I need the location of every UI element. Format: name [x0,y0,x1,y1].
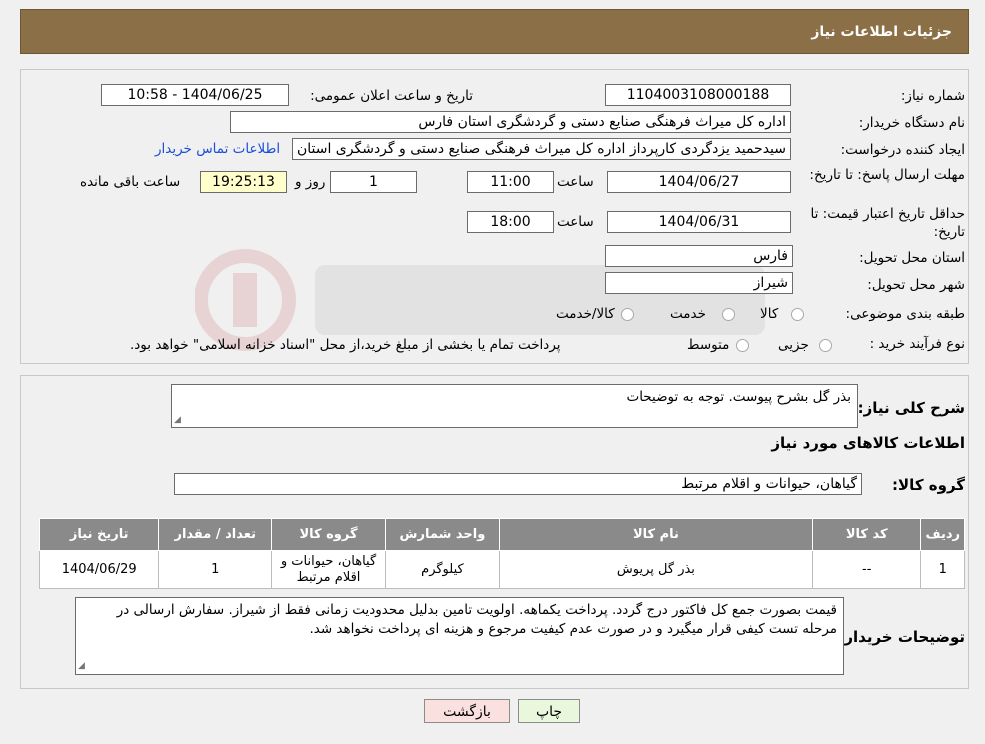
cell-quantity: 1 [158,550,273,589]
buyer-notes-label: توضیحات خریدار: [838,628,965,646]
goods-info-title: اطلاعات کالاهای مورد نیاز [771,434,965,452]
category-label: طبقه بندی موضوعی: [845,306,965,322]
day-and-label: روز و [295,174,326,190]
table-row: 1 -- بذر گل پریوش کیلوگرم گیاهان، حیوانا… [38,550,965,589]
goods-group-label: گروه کالا: [892,476,965,494]
goods-table: ردیف کد کالا نام کالا واحد شمارش گروه کا… [38,518,965,589]
price-validity-label: حداقل تاریخ اعتبار قیمت: تا تاریخ: [810,206,965,240]
creator-field: سیدحمید یزدگردی کارپرداز اداره کل میراث … [292,138,791,160]
price-date-field: 1404/06/31 [607,211,791,233]
category-option-goods-service: کالا/خدمت [556,306,615,322]
col-header-row-number: ردیف [920,518,965,551]
buyer-org-field: اداره کل میراث فرهنگی صنایع دستی و گردشگ… [230,111,791,133]
col-header-date: تاریخ نیاز [38,518,160,551]
announce-field: 1404/06/25 - 10:58 [101,84,289,106]
process-radio-partial[interactable] [819,339,832,352]
category-option-goods: کالا [760,306,779,322]
announce-label: تاریخ و ساعت اعلان عمومی: [310,88,473,104]
buyer-notes-text: قیمت بصورت جمع کل فاکتور درج گردد. پرداخ… [116,602,837,637]
col-header-group: گروه کالا [271,518,386,551]
page-title: جزئیات اطلاعات نیاز [20,9,969,54]
need-number-field: 1104003108000188 [605,84,791,106]
need-number-label: شماره نیاز: [900,88,965,104]
buyer-contact-link[interactable]: اطلاعات تماس خریدار [155,141,280,157]
process-note: پرداخت تمام یا بخشی از مبلغ خرید،از محل … [130,337,561,353]
col-header-unit: واحد شمارش [384,518,500,551]
need-description-label: شرح کلی نیاز: [857,399,965,417]
process-radio-medium[interactable] [736,339,749,352]
cell-name: بذر گل پریوش [498,550,813,589]
cell-date: 1404/06/29 [38,550,160,589]
reply-deadline-label: مهلت ارسال پاسخ: تا تاریخ: [809,167,965,183]
resize-grip-icon[interactable]: ◢ [78,662,88,672]
cell-unit: کیلوگرم [384,550,500,589]
cell-code: -- [811,550,922,589]
remaining-time-field: 19:25:13 [200,171,287,193]
category-radio-goods[interactable] [791,308,804,321]
col-header-code: کد کالا [811,518,922,551]
process-label: نوع فرآیند خرید : [869,336,965,352]
reply-time-field: 11:00 [467,171,554,193]
creator-label: ایجاد کننده درخواست: [840,142,965,158]
col-header-quantity: تعداد / مقدار [158,518,273,551]
back-button[interactable]: بازگشت [424,699,510,723]
category-option-service: خدمت [670,306,706,322]
price-time-label: ساعت [557,214,594,230]
city-field: شیراز [605,272,793,294]
remaining-days-field: 1 [330,171,417,193]
province-label: استان محل تحویل: [859,250,965,266]
reply-date-field: 1404/06/27 [607,171,791,193]
print-button[interactable]: چاپ [518,699,580,723]
buyer-org-label: نام دستگاه خریدار: [858,115,965,131]
process-option-partial: جزیی [778,337,809,353]
resize-grip-icon[interactable]: ◢ [174,416,184,426]
cell-row-number: 1 [920,550,965,589]
col-header-name: نام کالا [498,518,813,551]
price-time-field: 18:00 [467,211,554,233]
goods-group-field: گیاهان، حیوانات و اقلام مرتبط [174,473,862,495]
table-header-row: ردیف کد کالا نام کالا واحد شمارش گروه کا… [38,518,965,551]
province-field: فارس [605,245,793,267]
process-option-medium: متوسط [687,337,730,353]
city-label: شهر محل تحویل: [867,277,965,293]
category-radio-goods-service[interactable] [621,308,634,321]
category-radio-service[interactable] [722,308,735,321]
cell-group: گیاهان، حیوانات و اقلام مرتبط [271,550,386,589]
need-description-text: بذر گل بشرح پیوست. توجه به توضیحات [626,389,851,405]
buyer-notes-field: قیمت بصورت جمع کل فاکتور درج گردد. پرداخ… [75,597,844,675]
need-description-field: بذر گل بشرح پیوست. توجه به توضیحات [171,384,858,428]
reply-time-label: ساعت [557,174,594,190]
remaining-label: ساعت باقی مانده [80,174,181,190]
